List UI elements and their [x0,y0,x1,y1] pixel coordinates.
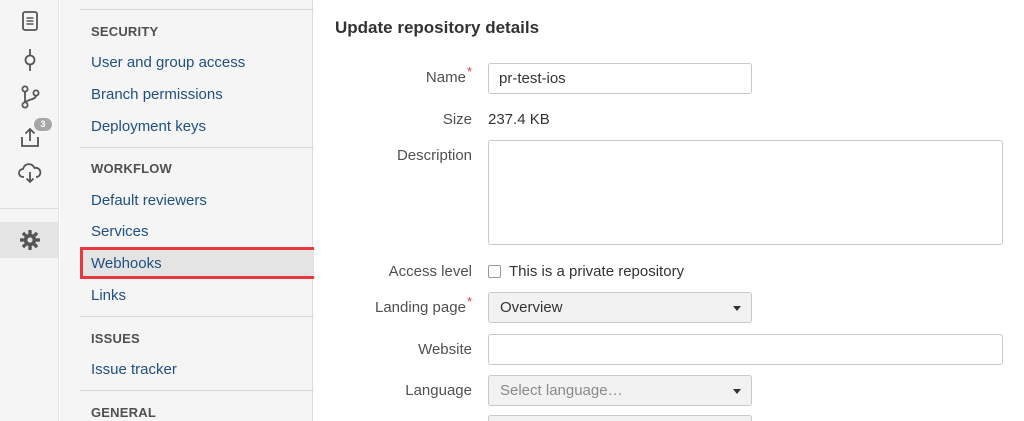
language-select[interactable]: Select language… [488,375,752,406]
nav-heading-security: SECURITY [91,24,159,39]
description-label: Description [396,147,472,164]
nav-heading-general: GENERAL [91,405,156,420]
landing-page-select[interactable]: Overview [488,292,752,323]
name-label: Name* [425,64,472,86]
private-repository-checkbox[interactable] [488,265,501,278]
nav-divider [80,9,351,10]
chevron-down-icon [733,306,741,311]
nav-item-user-and-group-access[interactable]: User and group access [91,54,245,71]
required-marker: * [466,64,472,79]
landing-page-value: Overview [500,299,563,316]
chevron-down-icon [733,389,741,394]
nav-item-branch-permissions[interactable]: Branch permissions [91,86,223,103]
cloud-download-icon[interactable] [0,158,59,190]
rail-divider [0,208,59,209]
nav-heading-workflow: WORKFLOW [91,161,173,176]
nav-divider [80,147,351,148]
nav-divider [80,390,351,391]
landing-page-label: Landing page* [375,294,472,316]
nav-item-deployment-keys[interactable]: Deployment keys [91,118,206,135]
required-marker: * [466,294,472,309]
private-repository-label[interactable]: This is a private repository [509,263,684,280]
size-value: 237.4 KB [488,111,550,128]
branch-icon[interactable] [0,81,59,113]
nav-item-default-reviewers[interactable]: Default reviewers [91,192,207,209]
settings-nav: SECURITY User and group access Branch pe… [60,0,351,421]
commit-icon[interactable] [0,44,59,76]
page-title: Update repository details [335,18,540,37]
repository-details-form: Update repository details Name* Size 237… [314,0,1024,421]
icon-rail: 3 [0,0,59,421]
nav-item-issue-tracker[interactable]: Issue tracker [91,361,177,378]
language-label: Language [405,382,472,399]
website-label: Website [418,341,472,358]
size-label: Size [442,111,472,128]
document-icon[interactable] [0,5,59,37]
description-textarea[interactable] [488,140,1003,245]
website-input[interactable] [488,334,1003,365]
name-input[interactable] [488,63,752,94]
nav-item-links[interactable]: Links [91,287,126,304]
next-field-select[interactable] [488,415,752,421]
nav-item-services[interactable]: Services [91,223,149,240]
access-level-label: Access level [388,263,472,280]
nav-item-webhooks[interactable]: Webhooks [91,255,162,272]
nav-heading-issues: ISSUES [91,331,140,346]
nav-divider [80,316,351,317]
gear-icon[interactable] [0,224,59,256]
language-placeholder: Select language… [500,382,623,399]
push-count-badge: 3 [34,118,52,131]
